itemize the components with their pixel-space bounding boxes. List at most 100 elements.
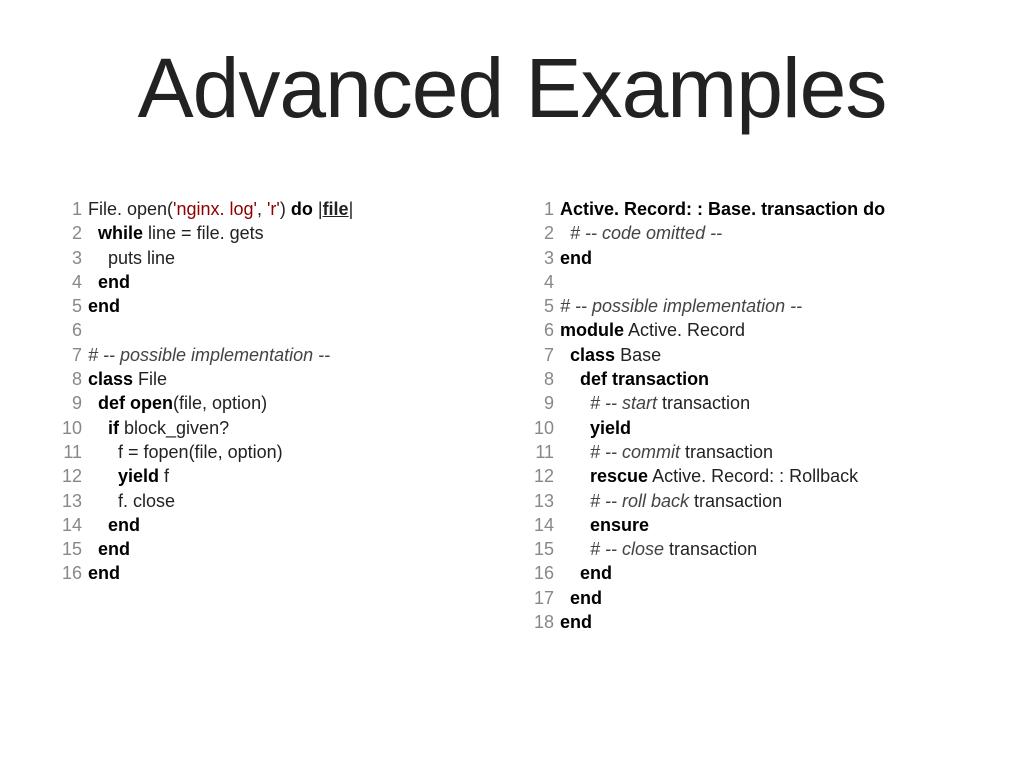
code-line: 2 # -- code omitted -- <box>532 221 964 245</box>
code-text: end <box>88 513 140 537</box>
line-number: 9 <box>532 391 560 415</box>
line-number: 12 <box>60 464 88 488</box>
line-number: 9 <box>60 391 88 415</box>
code-text: rescue Active. Record: : Rollback <box>560 464 858 488</box>
code-line: 18end <box>532 610 964 634</box>
code-line: 12 rescue Active. Record: : Rollback <box>532 464 964 488</box>
line-number: 4 <box>60 270 88 294</box>
code-text: # -- possible implementation -- <box>560 294 802 318</box>
code-text: # -- commit transaction <box>560 440 773 464</box>
line-number: 11 <box>60 440 88 464</box>
code-text: if block_given? <box>88 416 229 440</box>
code-line: 1Active. Record: : Base. transaction do <box>532 197 964 221</box>
code-text: def transaction <box>560 367 709 391</box>
code-text: # -- start transaction <box>560 391 750 415</box>
code-text: # -- roll back transaction <box>560 489 782 513</box>
code-line: 5end <box>60 294 492 318</box>
code-text: module Active. Record <box>560 318 745 342</box>
code-line: 13 # -- roll back transaction <box>532 489 964 513</box>
line-number: 1 <box>60 197 88 221</box>
line-number: 10 <box>532 416 560 440</box>
slide: Advanced Examples 1File. open('nginx. lo… <box>0 0 1024 768</box>
code-text: File. open('nginx. log', 'r') do |file| <box>88 197 353 221</box>
code-line: 9 # -- start transaction <box>532 391 964 415</box>
code-line: 14 end <box>60 513 492 537</box>
code-text: end <box>560 610 592 634</box>
line-number: 3 <box>532 246 560 270</box>
code-text: end <box>88 537 130 561</box>
code-line: 11 f = fopen(file, option) <box>60 440 492 464</box>
line-number: 7 <box>532 343 560 367</box>
code-line: 14 ensure <box>532 513 964 537</box>
code-line: 9 def open(file, option) <box>60 391 492 415</box>
code-text: f. close <box>88 489 175 513</box>
line-number: 2 <box>60 221 88 245</box>
line-number: 4 <box>532 270 560 294</box>
line-number: 6 <box>60 318 88 342</box>
line-number: 11 <box>532 440 560 464</box>
line-number: 13 <box>532 489 560 513</box>
code-line: 3 puts line <box>60 246 492 270</box>
code-line: 2 while line = file. gets <box>60 221 492 245</box>
code-text: # -- possible implementation -- <box>88 343 330 367</box>
line-number: 10 <box>60 416 88 440</box>
line-number: 5 <box>532 294 560 318</box>
code-columns: 1File. open('nginx. log', 'r') do |file|… <box>60 197 964 634</box>
code-text: end <box>560 561 612 585</box>
line-number: 18 <box>532 610 560 634</box>
code-line: 16end <box>60 561 492 585</box>
code-line: 1File. open('nginx. log', 'r') do |file| <box>60 197 492 221</box>
code-text: yield f <box>88 464 169 488</box>
line-number: 8 <box>532 367 560 391</box>
code-line: 5# -- possible implementation -- <box>532 294 964 318</box>
line-number: 12 <box>532 464 560 488</box>
code-line: 13 f. close <box>60 489 492 513</box>
code-text: # -- close transaction <box>560 537 757 561</box>
code-text: class File <box>88 367 167 391</box>
code-text: end <box>88 561 120 585</box>
line-number: 15 <box>532 537 560 561</box>
code-line: 12 yield f <box>60 464 492 488</box>
code-line: 7# -- possible implementation -- <box>60 343 492 367</box>
line-number: 2 <box>532 221 560 245</box>
code-line: 6module Active. Record <box>532 318 964 342</box>
code-line: 16 end <box>532 561 964 585</box>
code-text: ensure <box>560 513 649 537</box>
code-text: # -- code omitted -- <box>560 221 722 245</box>
code-line: 6 <box>60 318 492 342</box>
slide-title: Advanced Examples <box>60 40 964 137</box>
code-block-left: 1File. open('nginx. log', 'r') do |file|… <box>60 197 492 634</box>
code-text: f = fopen(file, option) <box>88 440 283 464</box>
line-number: 7 <box>60 343 88 367</box>
line-number: 3 <box>60 246 88 270</box>
line-number: 13 <box>60 489 88 513</box>
line-number: 6 <box>532 318 560 342</box>
code-line: 17 end <box>532 586 964 610</box>
line-number: 8 <box>60 367 88 391</box>
code-text: class Base <box>560 343 661 367</box>
line-number: 14 <box>532 513 560 537</box>
code-line: 7 class Base <box>532 343 964 367</box>
code-text: end <box>560 246 592 270</box>
line-number: 16 <box>60 561 88 585</box>
code-line: 4 end <box>60 270 492 294</box>
code-text: while line = file. gets <box>88 221 264 245</box>
code-line: 10 if block_given? <box>60 416 492 440</box>
code-text: end <box>88 294 120 318</box>
code-text: end <box>560 586 602 610</box>
line-number: 17 <box>532 586 560 610</box>
code-line: 15 end <box>60 537 492 561</box>
line-number: 1 <box>532 197 560 221</box>
line-number: 16 <box>532 561 560 585</box>
code-line: 4 <box>532 270 964 294</box>
code-text: end <box>88 270 130 294</box>
line-number: 5 <box>60 294 88 318</box>
code-line: 3end <box>532 246 964 270</box>
code-block-right: 1Active. Record: : Base. transaction do2… <box>532 197 964 634</box>
line-number: 15 <box>60 537 88 561</box>
code-line: 8class File <box>60 367 492 391</box>
code-line: 15 # -- close transaction <box>532 537 964 561</box>
code-line: 11 # -- commit transaction <box>532 440 964 464</box>
line-number: 14 <box>60 513 88 537</box>
code-text: Active. Record: : Base. transaction do <box>560 197 885 221</box>
